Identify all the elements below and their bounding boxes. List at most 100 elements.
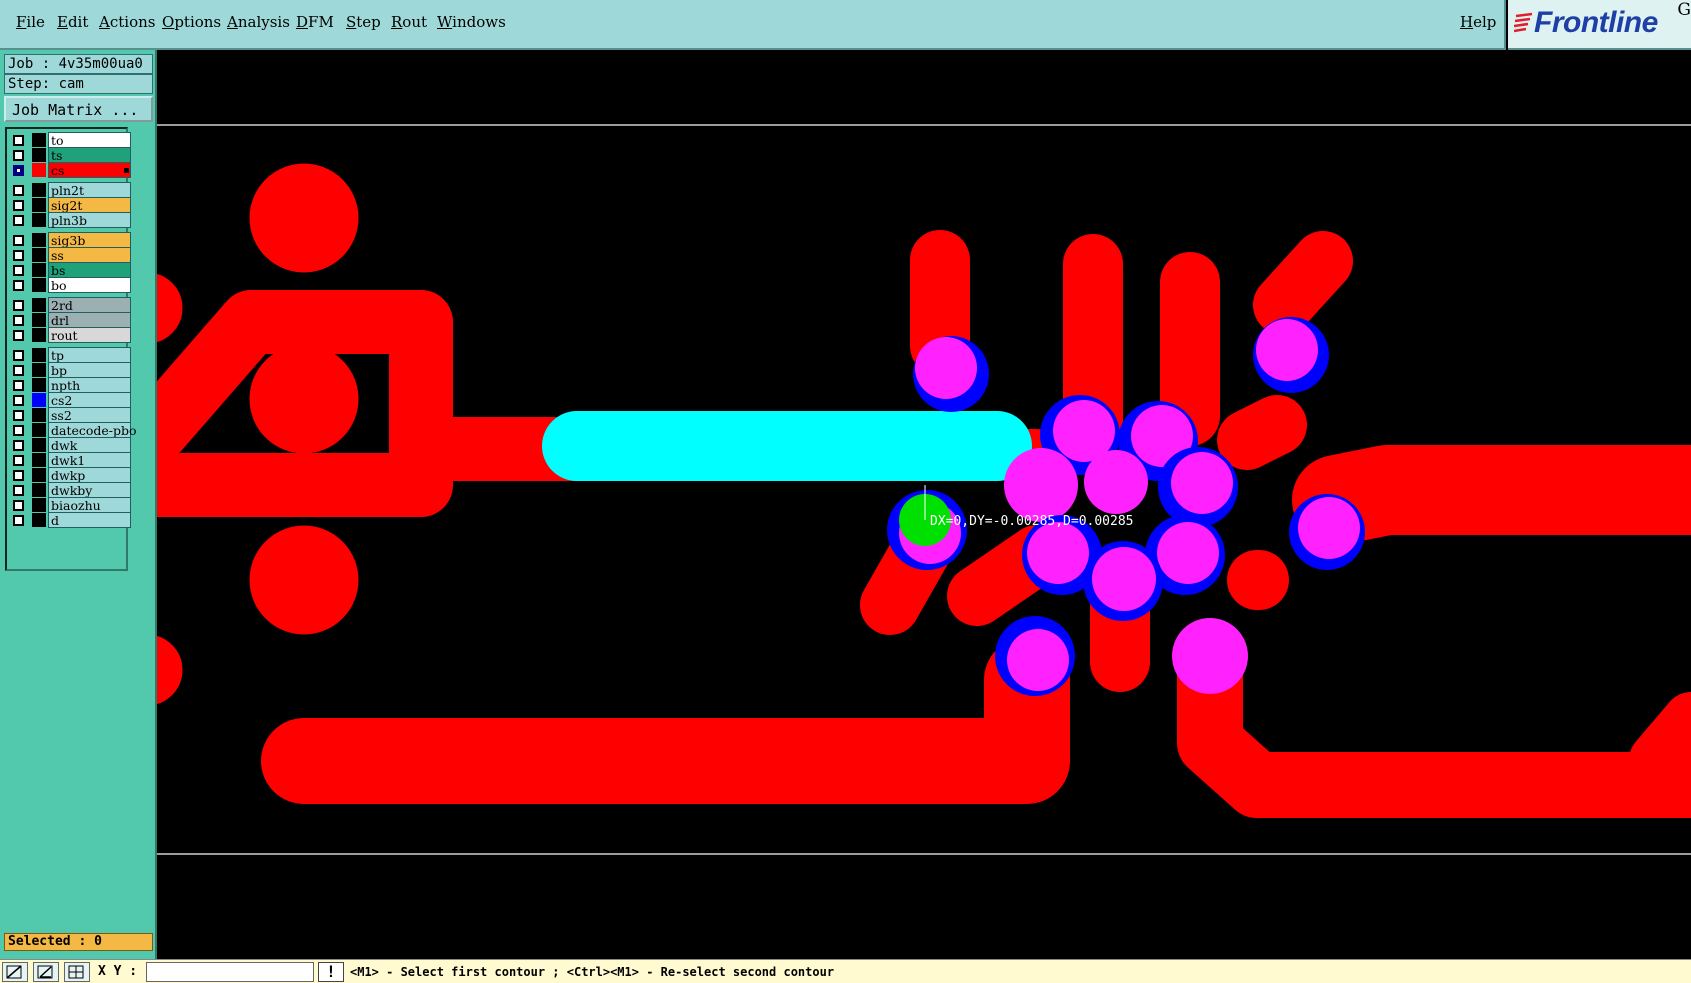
layer-checkbox[interactable] bbox=[13, 315, 24, 326]
alert-button[interactable]: ! bbox=[318, 962, 344, 982]
layer-name[interactable]: dwk1 bbox=[48, 452, 131, 468]
layer-color-swatch bbox=[32, 513, 46, 527]
menu-windows[interactable]: Windows bbox=[437, 13, 506, 31]
layer-row-d[interactable]: d bbox=[9, 512, 131, 528]
layer-checkbox[interactable] bbox=[13, 165, 24, 176]
layer-checkbox[interactable] bbox=[13, 395, 24, 406]
layer-row-ss2[interactable]: ss2 bbox=[9, 407, 131, 423]
layer-row-pln2t[interactable]: pln2t bbox=[9, 182, 131, 198]
layer-color-swatch bbox=[32, 198, 46, 212]
layer-row-sig2t[interactable]: sig2t bbox=[9, 197, 131, 213]
layer-row-dwkby[interactable]: dwkby bbox=[9, 482, 131, 498]
via-pad bbox=[915, 337, 977, 399]
menu-actions[interactable]: Actions bbox=[99, 13, 155, 31]
layer-checkbox[interactable] bbox=[13, 350, 24, 361]
snap-button[interactable] bbox=[33, 962, 59, 982]
layer-checkbox[interactable] bbox=[13, 250, 24, 261]
layer-row-ss[interactable]: ss bbox=[9, 247, 131, 263]
layer-name[interactable]: pln3b bbox=[48, 212, 131, 228]
layer-row-2rd[interactable]: 2rd bbox=[9, 297, 131, 313]
layer-color-swatch bbox=[32, 408, 46, 422]
layer-checkbox[interactable] bbox=[13, 135, 24, 146]
layer-name[interactable]: bo bbox=[48, 277, 131, 293]
layer-name[interactable]: drl bbox=[48, 312, 131, 328]
layer-checkbox[interactable] bbox=[13, 515, 24, 526]
layer-name[interactable]: tp bbox=[48, 347, 131, 363]
layer-row-sig3b[interactable]: sig3b bbox=[9, 232, 131, 248]
layer-name[interactable]: datecode-pbo bbox=[48, 422, 137, 438]
menu-dfm[interactable]: DFM bbox=[296, 13, 334, 31]
angle-icon bbox=[37, 965, 53, 979]
layer-name[interactable]: ss bbox=[48, 247, 131, 263]
layer-row-cs[interactable]: cs bbox=[9, 162, 131, 178]
layer-name[interactable]: ss2 bbox=[48, 407, 131, 423]
layer-row-bs[interactable]: bs bbox=[9, 262, 131, 278]
layer-checkbox[interactable] bbox=[13, 265, 24, 276]
menu-help[interactable]: Help bbox=[1460, 13, 1496, 31]
grid-button[interactable] bbox=[64, 962, 90, 982]
layer-name[interactable]: dwkp bbox=[48, 467, 131, 483]
layer-row-bp[interactable]: bp bbox=[9, 362, 131, 378]
layer-name[interactable]: to bbox=[48, 132, 131, 148]
zoom-line-button[interactable] bbox=[2, 962, 28, 982]
menu-edit[interactable]: Edit bbox=[57, 13, 88, 31]
layer-checkbox[interactable] bbox=[13, 215, 24, 226]
layer-name[interactable]: sig2t bbox=[48, 197, 131, 213]
layer-checkbox[interactable] bbox=[13, 300, 24, 311]
layer-row-to[interactable]: to bbox=[9, 132, 131, 148]
layer-row-ts[interactable]: ts bbox=[9, 147, 131, 163]
layer-checkbox[interactable] bbox=[13, 425, 24, 436]
layer-row-tp[interactable]: tp bbox=[9, 347, 131, 363]
menu-options[interactable]: Options bbox=[162, 13, 221, 31]
layer-checkbox[interactable] bbox=[13, 185, 24, 196]
menu-step[interactable]: Step bbox=[346, 13, 381, 31]
menu-file[interactable]: File bbox=[16, 13, 45, 31]
layer-checkbox[interactable] bbox=[13, 500, 24, 511]
menu-rout[interactable]: Rout bbox=[391, 13, 427, 31]
layer-name[interactable]: bs bbox=[48, 262, 131, 278]
layer-name[interactable]: d bbox=[48, 512, 131, 528]
via-pad bbox=[1256, 319, 1318, 381]
via-pad bbox=[1171, 452, 1233, 514]
layer-name[interactable]: rout bbox=[48, 327, 131, 343]
menu-analysis[interactable]: Analysis bbox=[227, 13, 290, 31]
layer-checkbox[interactable] bbox=[13, 365, 24, 376]
layer-name[interactable]: dwkby bbox=[48, 482, 131, 498]
layer-row-rout[interactable]: rout bbox=[9, 327, 131, 343]
layer-name[interactable]: biaozhu bbox=[48, 497, 131, 513]
layer-row-cs2[interactable]: cs2 bbox=[9, 392, 131, 408]
layer-row-dwkp[interactable]: dwkp bbox=[9, 467, 131, 483]
layer-checkbox[interactable] bbox=[13, 150, 24, 161]
layer-checkbox[interactable] bbox=[13, 440, 24, 451]
layer-name[interactable]: pln2t bbox=[48, 182, 131, 198]
layer-checkbox[interactable] bbox=[13, 470, 24, 481]
layer-name[interactable]: dwk bbox=[48, 437, 131, 453]
layer-checkbox[interactable] bbox=[13, 280, 24, 291]
layer-name[interactable]: 2rd bbox=[48, 297, 131, 313]
layer-row-dwk1[interactable]: dwk1 bbox=[9, 452, 131, 468]
layer-row-bo[interactable]: bo bbox=[9, 277, 131, 293]
layer-name[interactable]: cs2 bbox=[48, 392, 131, 408]
layer-checkbox[interactable] bbox=[13, 330, 24, 341]
layer-row-datecode-pbo[interactable]: datecode-pbo bbox=[9, 422, 137, 438]
layer-checkbox[interactable] bbox=[13, 485, 24, 496]
layer-row-npth[interactable]: npth bbox=[9, 377, 131, 393]
layer-checkbox[interactable] bbox=[13, 410, 24, 421]
layer-name[interactable]: sig3b bbox=[48, 232, 131, 248]
layer-checkbox[interactable] bbox=[13, 455, 24, 466]
graphic-canvas[interactable]: DX=0,DY=-0.00285,D=0.00285 bbox=[157, 50, 1691, 959]
layer-name[interactable]: npth bbox=[48, 377, 131, 393]
job-matrix-button[interactable]: Job Matrix ... bbox=[4, 96, 153, 122]
layer-row-biaozhu[interactable]: biaozhu bbox=[9, 497, 131, 513]
layer-name[interactable]: bp bbox=[48, 362, 131, 378]
layer-row-dwk[interactable]: dwk bbox=[9, 437, 131, 453]
layer-name[interactable]: ts bbox=[48, 147, 131, 163]
layer-name[interactable]: cs bbox=[48, 162, 131, 178]
layer-row-pln3b[interactable]: pln3b bbox=[9, 212, 131, 228]
layer-checkbox[interactable] bbox=[13, 235, 24, 246]
layer-checkbox[interactable] bbox=[13, 380, 24, 391]
xy-coordinate-input[interactable] bbox=[146, 962, 314, 982]
layer-row-drl[interactable]: drl bbox=[9, 312, 131, 328]
measurement-readout: DX=0,DY=-0.00285,D=0.00285 bbox=[930, 514, 1134, 529]
layer-checkbox[interactable] bbox=[13, 200, 24, 211]
